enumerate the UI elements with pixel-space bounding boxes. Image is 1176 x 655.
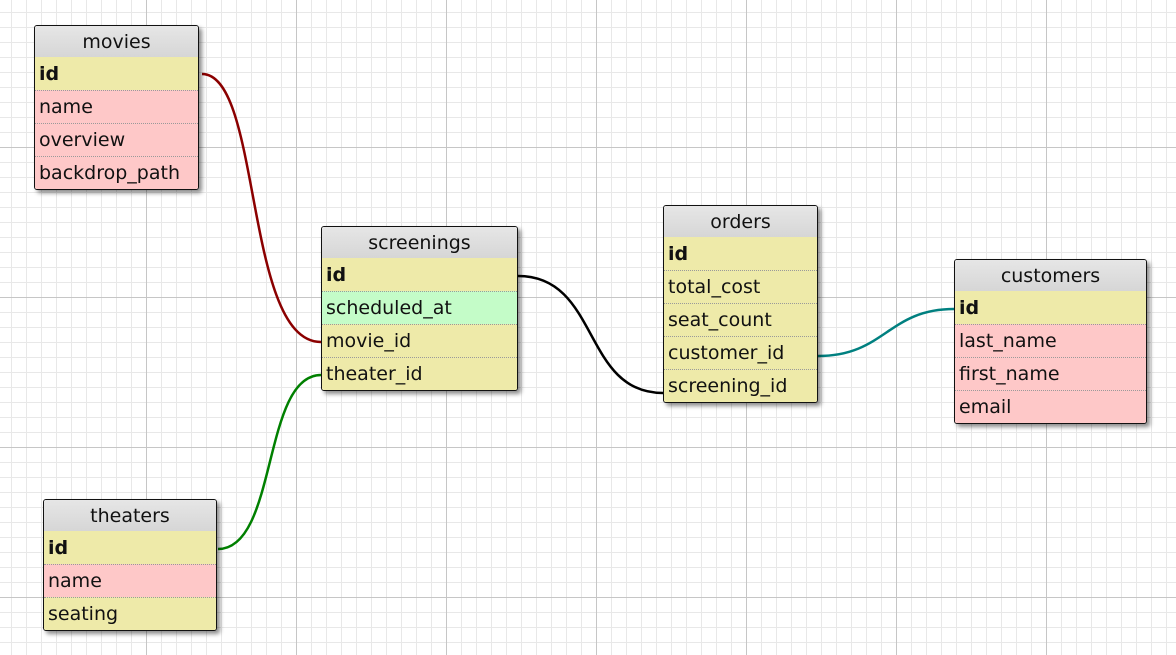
- field-row[interactable]: screening_id: [664, 369, 817, 402]
- table-title: orders: [664, 206, 817, 237]
- table-movies[interactable]: movies id name overview backdrop_path: [34, 25, 199, 190]
- field-row[interactable]: movie_id: [322, 324, 517, 357]
- field-row[interactable]: name: [35, 90, 198, 123]
- relation-movies-screenings: [201, 72, 322, 344]
- table-title: movies: [35, 26, 198, 57]
- field-row[interactable]: id: [322, 258, 517, 291]
- field-row[interactable]: total_cost: [664, 270, 817, 303]
- table-orders[interactable]: orders id total_cost seat_count customer…: [663, 205, 818, 403]
- diagram-canvas: movies id name overview backdrop_path sc…: [0, 0, 1176, 655]
- field-row[interactable]: theater_id: [322, 357, 517, 390]
- field-row[interactable]: id: [44, 531, 216, 564]
- field-row[interactable]: seating: [44, 597, 216, 630]
- field-row[interactable]: name: [44, 564, 216, 597]
- field-row[interactable]: first_name: [955, 357, 1146, 390]
- field-row[interactable]: id: [35, 57, 198, 90]
- table-screenings[interactable]: screenings id scheduled_at movie_id thea…: [321, 226, 518, 391]
- field-row[interactable]: backdrop_path: [35, 156, 198, 189]
- relation-orders-customers: [817, 307, 955, 358]
- relation-screenings-orders: [517, 274, 664, 395]
- table-theaters[interactable]: theaters id name seating: [43, 499, 217, 631]
- field-row[interactable]: customer_id: [664, 336, 817, 369]
- field-row[interactable]: seat_count: [664, 303, 817, 336]
- field-row[interactable]: id: [955, 291, 1146, 324]
- field-row[interactable]: email: [955, 390, 1146, 423]
- table-title: customers: [955, 260, 1146, 291]
- field-row[interactable]: last_name: [955, 324, 1146, 357]
- relation-theaters-screenings: [217, 373, 322, 551]
- table-title: screenings: [322, 227, 517, 258]
- table-customers[interactable]: customers id last_name first_name email: [954, 259, 1147, 424]
- table-title: theaters: [44, 500, 216, 531]
- field-row[interactable]: scheduled_at: [322, 291, 517, 324]
- field-row[interactable]: id: [664, 237, 817, 270]
- field-row[interactable]: overview: [35, 123, 198, 156]
